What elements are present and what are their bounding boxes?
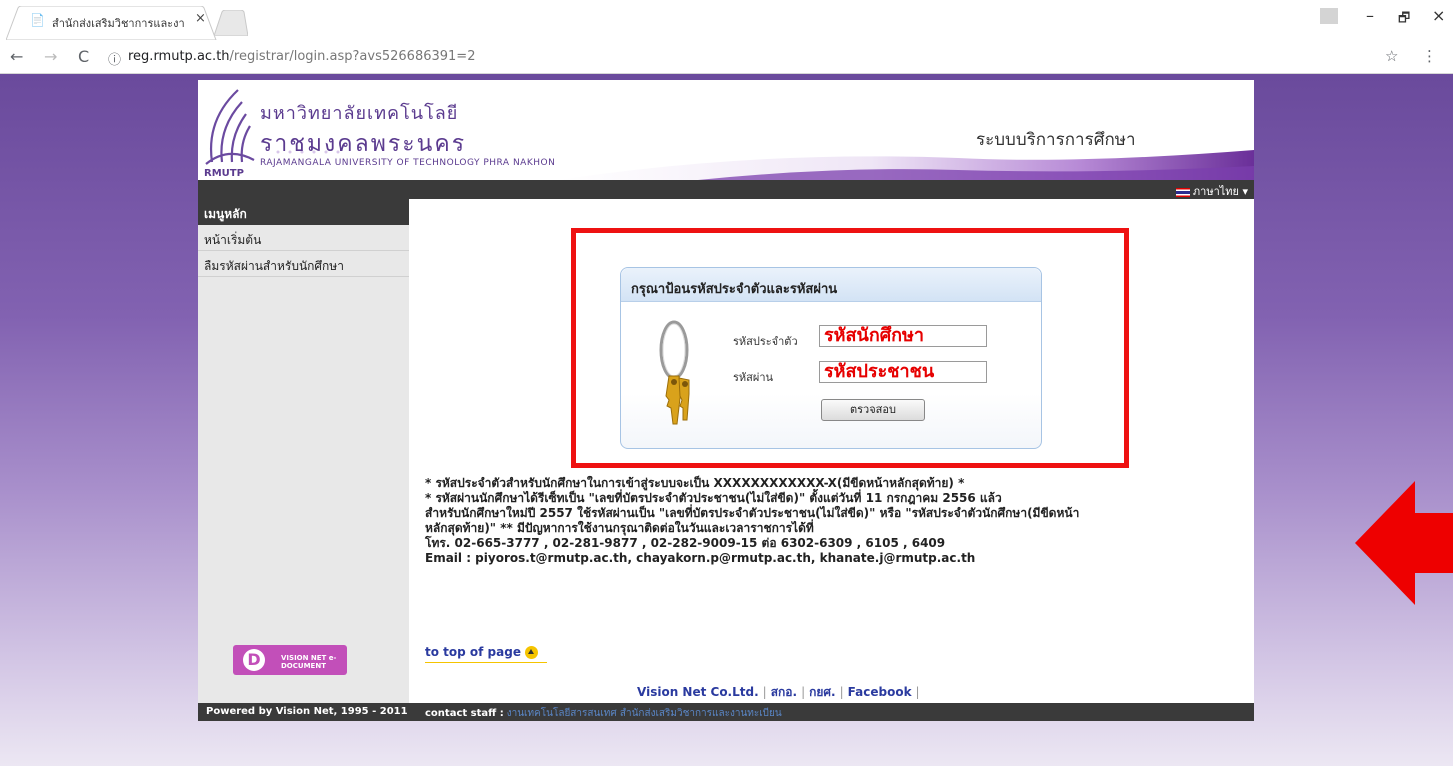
tab-close-icon[interactable]: × [195,11,206,26]
sidebar: เมนูหลัก หน้าเริ่มต้น ลืมรหัสผ่านสำหรับน… [198,199,409,703]
to-top-underline [425,662,547,663]
bottom-bar: Powered by Vision Net, 1995 - 2011 conta… [198,703,1254,721]
system-title: ระบบบริการการศึกษา [976,130,1136,150]
footer-links: Vision Net Co.Ltd. | สกอ. | กยศ. | Facebook | [637,683,924,702]
footer-link-student-loan[interactable]: กยศ. [809,685,835,699]
site-header: มหาวิทยาลัยเทคโนโลยี ราชมงคลพระนคร RAJAM… [198,80,1254,180]
contact-staff-link[interactable]: งานเทคโนโลยีสารสนเทศ สำนักส่งเสริมวิชากา… [507,708,782,719]
window-close-icon[interactable]: × [1432,6,1445,25]
note-line-2: * รหัสผ่านนักศึกษาได้รีเซ็ทเป็น "เลขที่บ… [425,491,1002,505]
user-profile-icon[interactable] [1320,8,1338,24]
login-panel-title: กรุณาป้อนรหัสประจำตัวและรหัสผ่าน [621,268,1041,302]
site-container: มหาวิทยาลัยเทคโนโลยี ราชมงคลพระนคร RAJAM… [198,80,1453,721]
bookmark-star-icon[interactable]: ☆ [1385,47,1398,65]
to-top-link[interactable]: to top of page [425,645,538,659]
student-id-input[interactable]: รหัสนักศึกษา [819,325,987,347]
back-icon[interactable]: ← [10,47,23,66]
main-content: กรุณาป้อนรหัสประจำตัวและรหัสผ่าน รหัสประ… [409,199,1453,703]
tab-title: สำนักส่งเสริมวิชาการและงาน [52,17,184,30]
url-field[interactable]: reg.rmutp.ac.th/registrar/login.asp?avs5… [128,49,475,64]
footer-link-vision-net[interactable]: Vision Net Co.Ltd. [637,685,759,699]
url-host: reg.rmutp.ac.th [128,49,230,64]
powered-by-text: Powered by Vision Net, 1995 - 2011 [206,706,408,717]
keys-icon [659,320,690,425]
left-pointing-arrow-annotation [1355,481,1453,605]
footer-link-ohec[interactable]: สกอ. [771,685,797,699]
university-name-english: RAJAMANGALA UNIVERSITY OF TECHNOLOGY PHR… [260,158,556,168]
to-top-label: to top of page [425,645,521,659]
sidebar-item-forgot-password[interactable]: ลืมรหัสผ่านสำหรับนักศึกษา [198,251,409,277]
browser-menu-icon[interactable]: ⋮ [1422,47,1437,65]
browser-tab-bar: 📄 สำนักส่งเสริมวิชาการและงาน × – 🗗 × [0,0,1453,40]
password-input[interactable]: รหัสประชาชน [819,361,987,383]
new-tab-button[interactable] [214,10,248,36]
vision-net-logo[interactable]: D VISION NET e-DOCUMENT [233,645,347,675]
check-login-button[interactable]: ตรวจสอบ [821,399,925,421]
note-line-3: สำหรับนักศึกษาใหม่ปี 2557 ใช้รหัสผ่านเป็… [425,506,1080,520]
footer-separator: | [762,685,767,699]
note-line-1: * รหัสประจำตัวสำหรับนักศึกษาในการเข้าสู่… [425,476,965,490]
vision-logo-letter: D [243,649,265,671]
contact-label: contact staff : [425,708,504,719]
top-bar: ภาษาไทย ▾ [198,180,1254,199]
contact-staff: contact staff : งานเทคโนโลยีสารสนเทศ สำนั… [425,706,782,721]
up-arrow-icon [524,646,538,659]
note-line-4: หลักสุดท้าย)" ** มีปัญหาการใช้งานกรุณาติ… [425,521,814,535]
university-name-thai-line1: มหาวิทยาลัยเทคโนโลยี [260,103,459,124]
footer-separator: | [801,685,806,699]
footer-separator: | [915,685,920,699]
info-icon[interactable]: ⓘ [108,49,121,68]
footer-link-facebook[interactable]: Facebook [848,685,912,699]
minimize-icon[interactable]: – [1366,6,1374,25]
university-name-thai-line2: ราชมงคลพระนคร [260,131,467,157]
note-line-6: Email : piyoros.t@rmutp.ac.th, chayakorn… [425,551,976,565]
reload-icon[interactable]: C [78,47,89,66]
university-abbreviation: RMUTP [204,168,244,179]
footer-separator: | [839,685,844,699]
sidebar-heading: เมนูหลัก [198,199,409,225]
password-label: รหัสผ่าน [733,371,774,384]
login-panel: กรุณาป้อนรหัสประจำตัวและรหัสผ่าน รหัสประ… [620,267,1042,449]
thai-flag-icon [1175,187,1190,197]
restore-icon[interactable]: 🗗 [1398,9,1410,31]
page-background: มหาวิทยาลัยเทคโนโลยี ราชมงคลพระนคร RAJAM… [0,74,1453,766]
login-instructions: * รหัสประจำตัวสำหรับนักศึกษาในการเข้าสู่… [425,476,1255,566]
vision-logo-text: VISION NET e-DOCUMENT [281,654,337,670]
sidebar-item-home[interactable]: หน้าเริ่มต้น [198,225,409,251]
language-selector[interactable]: ภาษาไทย ▾ [1175,182,1248,200]
student-id-label: รหัสประจำตัว [733,335,798,348]
language-label: ภาษาไทย ▾ [1192,185,1248,198]
address-bar: ← → C ⓘ reg.rmutp.ac.th/registrar/login.… [0,40,1453,74]
note-line-5: โทร. 02-665-3777 , 02-281-9877 , 02-282-… [425,536,946,550]
page-icon: 📄 [30,13,45,27]
forward-icon[interactable]: → [44,47,57,66]
url-path: /registrar/login.asp?avs526686391=2 [229,49,476,64]
